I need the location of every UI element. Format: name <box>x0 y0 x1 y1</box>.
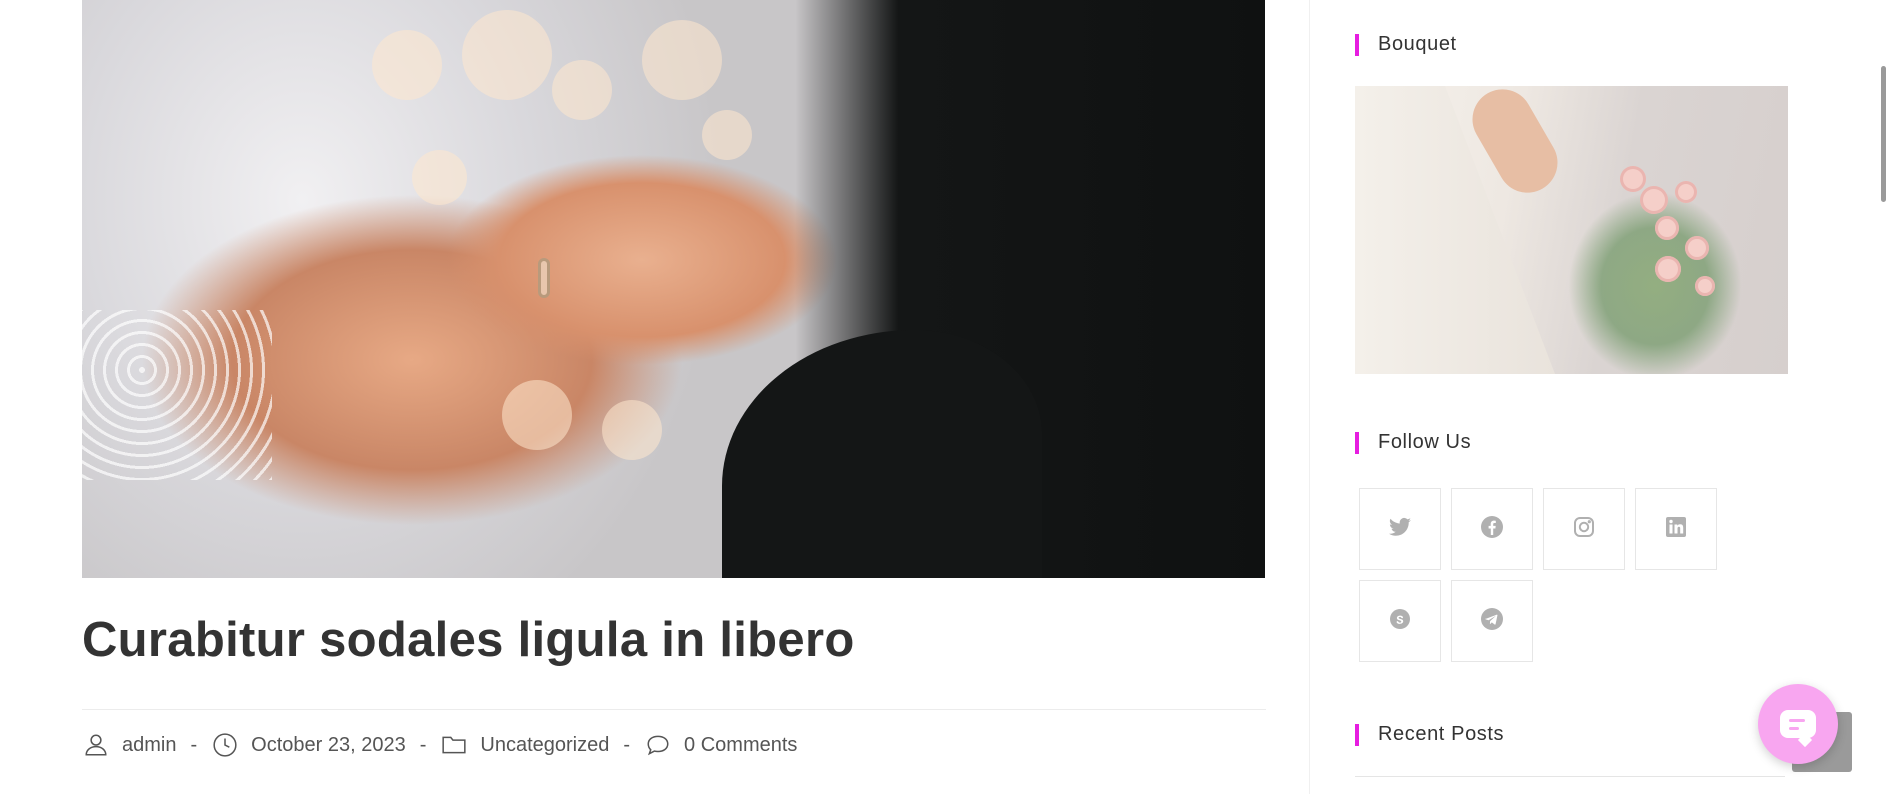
widget-title-text: Recent Posts <box>1378 723 1505 745</box>
widget-title-text: Follow Us <box>1378 431 1472 453</box>
comment-icon <box>644 731 672 759</box>
scrollbar-thumb[interactable] <box>1881 66 1886 202</box>
title-divider <box>82 709 1266 710</box>
widget-title-follow: Follow Us <box>1355 431 1471 454</box>
meta-separator: - <box>190 733 198 756</box>
ring <box>538 258 550 298</box>
instagram-icon <box>1572 515 1596 544</box>
widget-title-bouquet: Bouquet <box>1355 33 1457 56</box>
date-text: October 23, 2023 <box>251 733 406 756</box>
clock-icon <box>211 731 239 759</box>
chat-button[interactable] <box>1758 684 1838 764</box>
recent-posts-divider <box>1355 776 1785 777</box>
bouquet-image <box>1355 86 1788 374</box>
facebook-button[interactable] <box>1451 488 1533 570</box>
widget-title-text: Bouquet <box>1378 33 1457 55</box>
twitter-icon <box>1388 515 1412 544</box>
linkedin-button[interactable] <box>1635 488 1717 570</box>
meta-date: October 23, 2023 <box>211 731 406 759</box>
accent-bar <box>1355 33 1359 56</box>
category-link[interactable]: Uncategorized <box>480 734 609 757</box>
featured-image <box>82 0 1265 578</box>
meta-author: admin <box>82 731 176 759</box>
meta-separator: - <box>623 733 631 756</box>
folder-icon <box>440 731 468 759</box>
linkedin-icon <box>1664 515 1688 544</box>
author-link[interactable]: admin <box>122 734 176 757</box>
meta-comments: 0 Comments <box>644 731 797 759</box>
sidebar-divider <box>1309 0 1310 794</box>
user-icon <box>82 731 110 759</box>
accent-bar <box>1355 723 1359 746</box>
meta-separator: - <box>419 733 427 756</box>
chat-icon <box>1780 710 1816 738</box>
comments-link[interactable]: 0 Comments <box>684 734 797 757</box>
twitter-button[interactable] <box>1359 488 1441 570</box>
facebook-icon <box>1480 515 1504 544</box>
telegram-button[interactable] <box>1451 580 1533 662</box>
skype-icon <box>1388 607 1412 636</box>
meta-category: Uncategorized <box>440 731 609 759</box>
instagram-button[interactable] <box>1543 488 1625 570</box>
telegram-icon <box>1480 607 1504 636</box>
post-meta: admin - October 23, 2023 - Uncategorized… <box>82 731 797 759</box>
post-title: Curabitur sodales ligula in libero <box>82 613 855 667</box>
widget-title-recent-posts: Recent Posts <box>1355 723 1504 746</box>
skype-button[interactable] <box>1359 580 1441 662</box>
accent-bar <box>1355 431 1359 454</box>
